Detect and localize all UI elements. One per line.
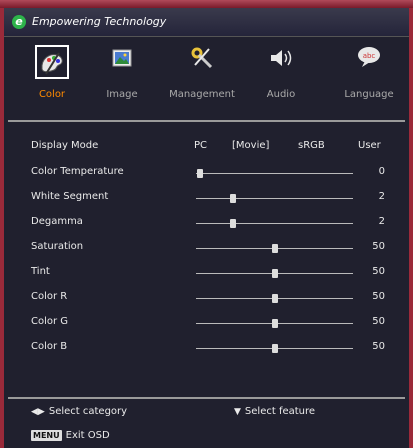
- slider-knob[interactable]: [230, 194, 236, 203]
- palette-icon: [35, 45, 69, 79]
- image-icon: [105, 45, 139, 79]
- slider-label: Color B: [31, 341, 68, 352]
- slider-label: Saturation: [31, 241, 84, 252]
- display-mode-row[interactable]: Display Mode PC [Movie] sRGB User: [4, 140, 409, 158]
- color-g-row[interactable]: Color G 50: [4, 316, 409, 334]
- speaker-icon: [264, 45, 298, 79]
- slider-value: 2: [378, 216, 385, 227]
- slider-value: 50: [372, 291, 385, 302]
- slider-value: 0: [378, 166, 385, 177]
- select-category-text: Select category: [48, 406, 128, 417]
- osd-header: e Empowering Technology: [4, 8, 409, 37]
- mode-option-pc[interactable]: PC: [194, 140, 207, 151]
- white-segment-row[interactable]: White Segment 2: [4, 191, 409, 209]
- brand-text: Empowering Technology: [32, 15, 167, 28]
- slider-value: 50: [372, 241, 385, 252]
- menu-key: MENU: [31, 430, 62, 441]
- slider-label: Color G: [31, 316, 69, 327]
- mode-option-movie[interactable]: [Movie]: [232, 140, 269, 151]
- slider-value: 2: [378, 191, 385, 202]
- slider-label: Color Temperature: [31, 166, 124, 177]
- slider-label: White Segment: [31, 191, 109, 202]
- tab-label-color: Color: [38, 89, 66, 100]
- mode-option-srgb[interactable]: sRGB: [298, 140, 325, 151]
- left-right-arrows-icon: ◀▶: [31, 407, 45, 417]
- slider-label: Degamma: [31, 216, 83, 227]
- exit-osd-text: Exit OSD: [65, 430, 110, 441]
- category-tabs: Color Image Management Audio abc Languag…: [4, 37, 409, 115]
- mode-option-user[interactable]: User: [358, 140, 381, 151]
- slider-knob[interactable]: [272, 269, 278, 278]
- tab-color[interactable]: Color: [12, 45, 92, 115]
- footer-separator: [8, 397, 405, 399]
- slider-value: 50: [372, 266, 385, 277]
- slider-label: Color R: [31, 291, 68, 302]
- tab-label-image: Image: [106, 89, 138, 100]
- degamma-row[interactable]: Degamma 2: [4, 216, 409, 234]
- speech-bubble-icon: abc: [352, 45, 386, 79]
- slider-track[interactable]: [196, 169, 353, 178]
- brand-logo-icon: e: [12, 15, 26, 29]
- top-frame-band: [0, 0, 413, 8]
- down-arrow-icon: ▼: [234, 407, 241, 417]
- tools-icon: [185, 45, 219, 79]
- osd-footer: ◀▶ Select category ▼ Select feature MENU Ex…: [4, 403, 409, 447]
- tab-label-management: Management: [169, 89, 235, 100]
- color-b-row[interactable]: Color B 50: [4, 341, 409, 359]
- slider-track[interactable]: [196, 294, 353, 303]
- slider-track[interactable]: [196, 219, 353, 228]
- slider-knob[interactable]: [272, 244, 278, 253]
- select-feature-text: Select feature: [244, 406, 316, 417]
- slider-value: 50: [372, 341, 385, 352]
- slider-value: 50: [372, 316, 385, 327]
- slider-knob[interactable]: [230, 219, 236, 228]
- slider-track[interactable]: [196, 194, 353, 203]
- saturation-row[interactable]: Saturation 50: [4, 241, 409, 259]
- slider-knob[interactable]: [197, 169, 203, 178]
- tab-language[interactable]: abc Language: [329, 45, 409, 115]
- slider-knob[interactable]: [272, 319, 278, 328]
- slider-track[interactable]: [196, 269, 353, 278]
- select-category-hint: ◀▶ Select category: [31, 406, 127, 417]
- separator: [8, 120, 405, 122]
- color-temperature-row[interactable]: Color Temperature 0: [4, 166, 409, 184]
- tab-audio[interactable]: Audio: [241, 45, 321, 115]
- color-r-row[interactable]: Color R 50: [4, 291, 409, 309]
- slider-track[interactable]: [196, 344, 353, 353]
- tab-management[interactable]: Management: [162, 45, 242, 115]
- select-feature-hint: ▼ Select feature: [234, 406, 315, 417]
- slider-track[interactable]: [196, 319, 353, 328]
- slider-track[interactable]: [196, 244, 353, 253]
- tab-image[interactable]: Image: [82, 45, 162, 115]
- display-mode-label: Display Mode: [31, 140, 99, 151]
- tab-label-audio: Audio: [266, 89, 296, 100]
- tint-row[interactable]: Tint 50: [4, 266, 409, 284]
- slider-label: Tint: [31, 266, 50, 277]
- slider-knob[interactable]: [272, 344, 278, 353]
- tab-label-language: Language: [344, 89, 394, 100]
- slider-knob[interactable]: [272, 294, 278, 303]
- exit-osd-hint: MENU Exit OSD: [31, 430, 110, 441]
- svg-text:abc: abc: [363, 52, 376, 60]
